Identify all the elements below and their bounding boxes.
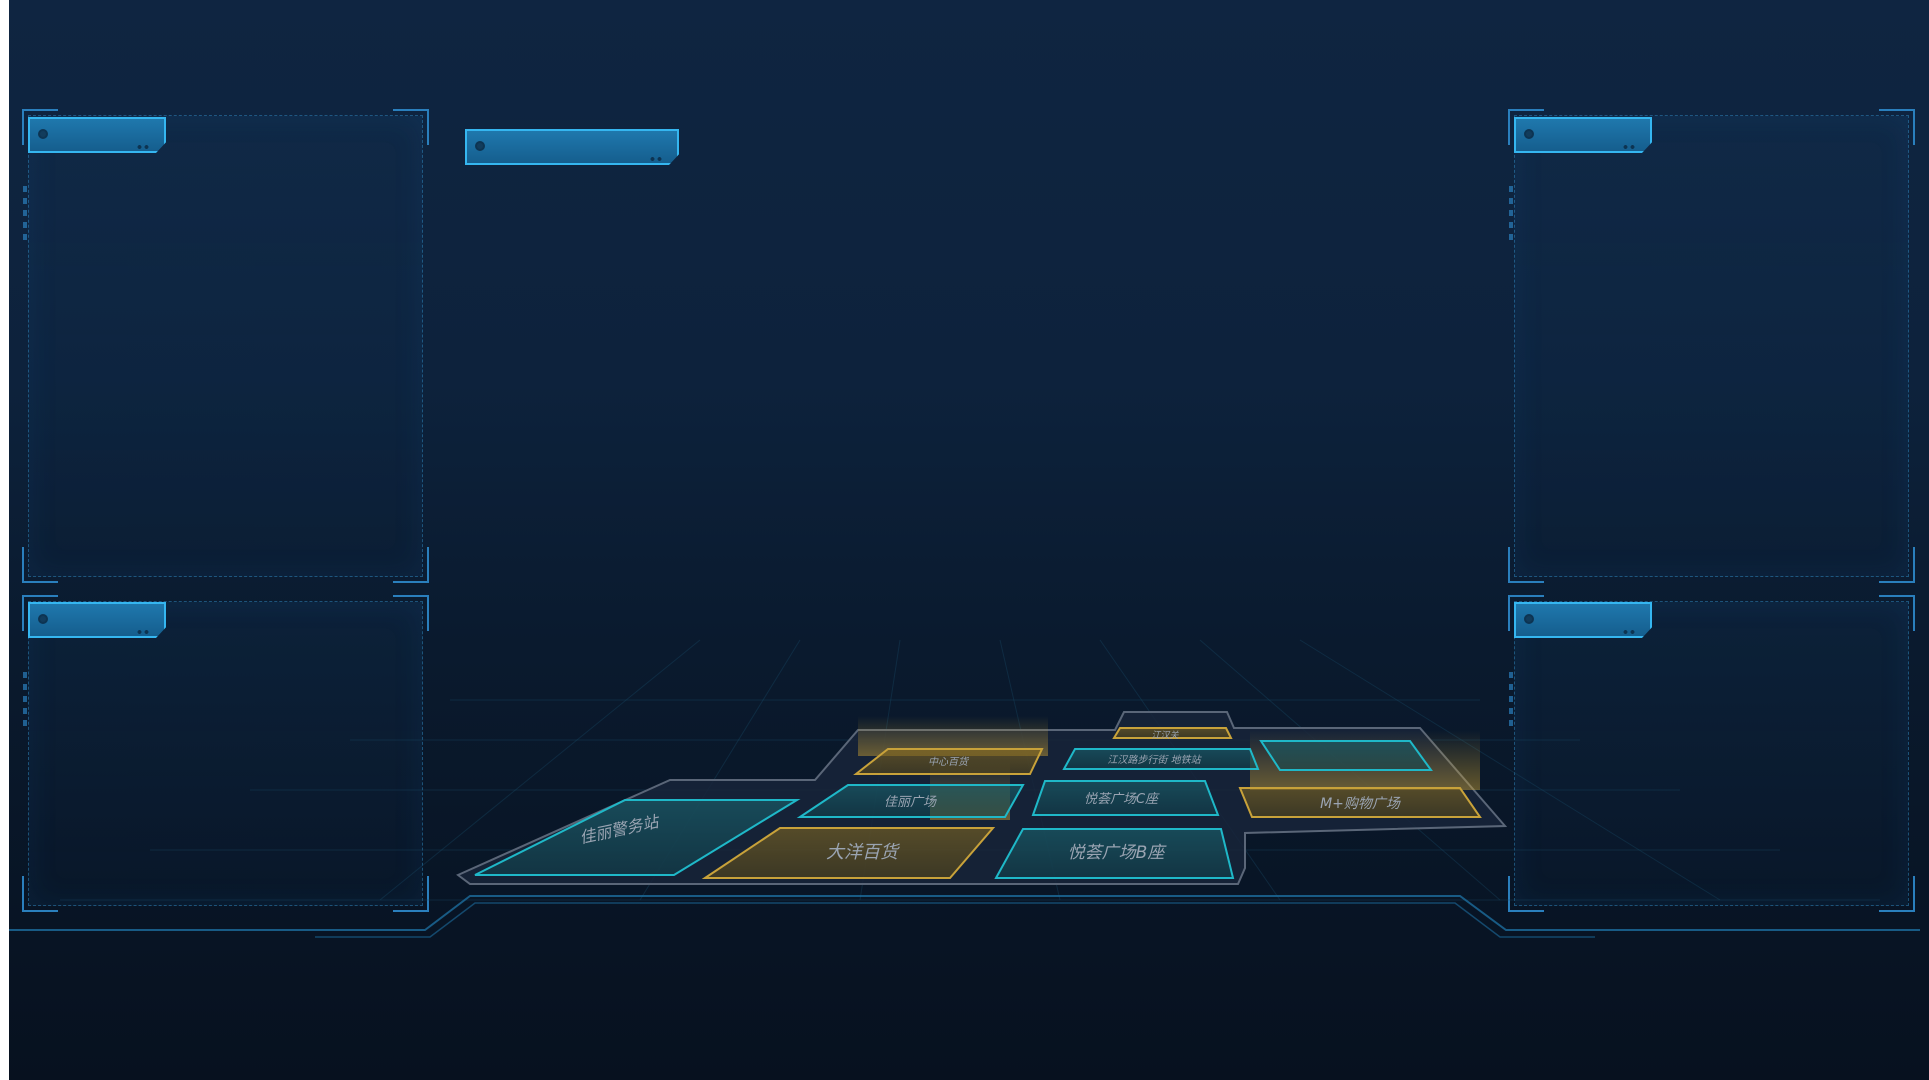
building-label: 大洋百货: [826, 842, 901, 863]
map-scene: 佳丽警务站 大洋百货 佳丽广场 中心百货 悦荟广场C座 悦荟广场B座 江汉路步行…: [9, 639, 1920, 938]
building-label: 江汉路步行街 地铁站: [1107, 754, 1202, 766]
building-label: 悦荟广场B座: [1068, 843, 1168, 863]
building-label: 中心百货: [928, 756, 970, 768]
bottom-frame-line: [9, 895, 1920, 938]
building-label: M+购物广场: [1320, 796, 1401, 812]
building-label: 江汉关: [1151, 730, 1179, 741]
building-label: 佳丽广场: [884, 795, 937, 810]
building-mplus-top: [1259, 740, 1433, 771]
building-label: 悦荟广场C座: [1084, 791, 1160, 807]
